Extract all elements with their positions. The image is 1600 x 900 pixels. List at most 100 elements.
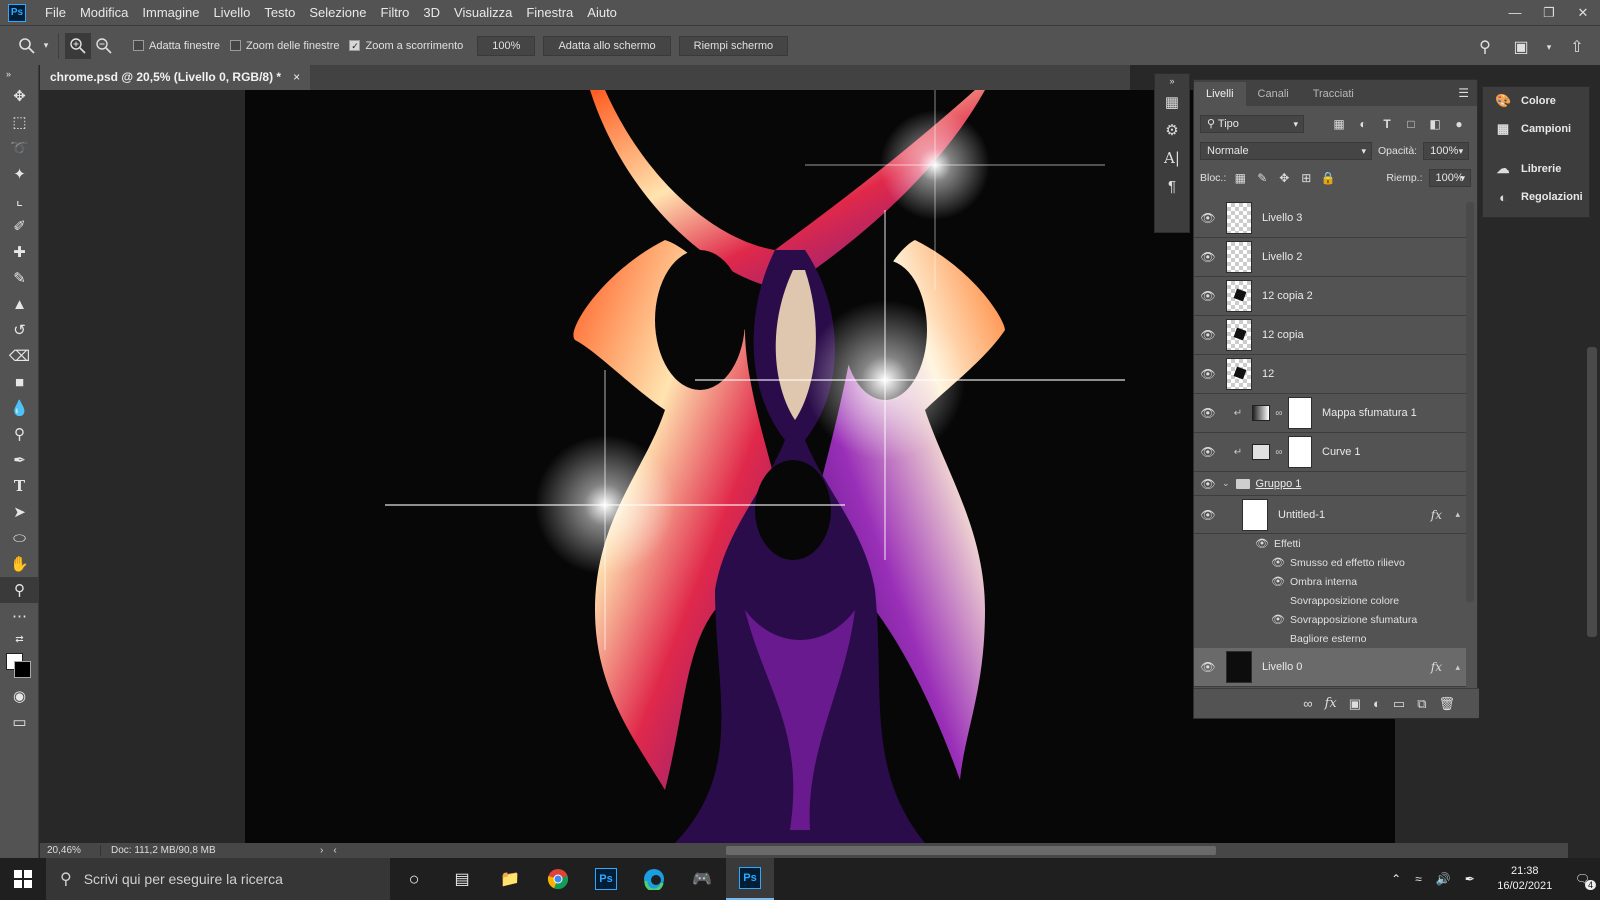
zoom-tool-icon[interactable] [14, 33, 40, 59]
menu-file[interactable]: File [38, 0, 73, 25]
healing-brush-icon[interactable]: ✚ [0, 239, 39, 265]
history-panel-icon[interactable]: ▦ [1155, 88, 1189, 116]
photoshop-active-icon[interactable]: Ps [726, 858, 774, 900]
adjustment-filter-icon[interactable]: ◐ [1354, 117, 1372, 131]
photoshop-taskbar-icon[interactable]: Ps [582, 858, 630, 900]
zoom-out-icon[interactable] [91, 33, 117, 59]
zoom-level[interactable]: 20,46% [40, 845, 100, 856]
zoom-percent-field[interactable]: 100% [477, 35, 536, 56]
tab-canali[interactable]: Canali [1246, 82, 1301, 106]
new-layer-icon[interactable]: ⧉ [1417, 696, 1426, 712]
chevron-up-icon[interactable]: ▴ [1455, 662, 1460, 673]
document-tab[interactable]: chrome.psd @ 20,5% (Livello 0, RGB/8) * … [40, 65, 311, 90]
volume-icon[interactable]: 🔊 [1436, 872, 1451, 886]
tab-livelli[interactable]: Livelli [1194, 82, 1246, 106]
riempi-schermo-button[interactable]: Riempi schermo [678, 35, 789, 56]
zoom-in-icon[interactable] [65, 32, 91, 59]
adatta-finestre-checkbox[interactable]: Adatta finestre [133, 40, 220, 52]
chevron-down-icon[interactable]: ▾ [40, 33, 52, 59]
smart-object-filter-icon[interactable]: ◧ [1426, 117, 1444, 131]
scroll-thumb[interactable] [1587, 347, 1597, 637]
type-filter-icon[interactable]: T [1378, 117, 1396, 131]
gradient-tool-icon[interactable]: ■ [0, 369, 39, 395]
pen-tool-icon[interactable]: ✒ [0, 447, 39, 473]
effect-row[interactable]: 👁 Ombra interna [1194, 572, 1466, 591]
layer-name[interactable]: Mappa sfumatura 1 [1322, 407, 1417, 419]
swap-colors-icon[interactable]: ⇄ [0, 629, 39, 649]
lock-transparency-icon[interactable]: ▦ [1232, 171, 1248, 185]
edge-icon[interactable] [630, 858, 678, 900]
visibility-eye-icon[interactable]: 👁 [1194, 367, 1222, 381]
effect-row[interactable]: 👁 Sovrapposizione sfumatura [1194, 610, 1466, 629]
new-group-icon[interactable]: ▭ [1393, 696, 1405, 712]
fill-field[interactable]: 100% ▾ [1428, 168, 1471, 187]
layer-name[interactable]: 12 copia [1262, 329, 1304, 341]
path-selection-icon[interactable]: ➤ [0, 499, 39, 525]
layer-row[interactable]: 👁 Livello 3 [1194, 199, 1466, 238]
discord-icon[interactable]: 🎮 [678, 858, 726, 900]
lock-position-icon[interactable]: ✥ [1276, 171, 1292, 185]
task-view-icon[interactable]: ▤ [438, 858, 486, 900]
add-mask-icon[interactable]: ▣ [1349, 696, 1361, 712]
brush-tool-icon[interactable]: ✎ [0, 265, 39, 291]
type-tool-icon[interactable]: T [0, 473, 39, 499]
chevron-right-icon[interactable]: › [320, 845, 323, 856]
collapse-icon[interactable]: » [0, 65, 39, 83]
visibility-eye-icon[interactable]: 👁 [1194, 250, 1222, 264]
notifications-icon[interactable]: 🗨 4 [1575, 872, 1596, 890]
trash-icon[interactable]: 🗑 [1438, 696, 1455, 712]
add-style-icon[interactable]: fx [1325, 696, 1337, 711]
menu-3d[interactable]: 3D [416, 0, 447, 25]
fx-icon[interactable]: fx [1431, 660, 1442, 674]
panel-regolazioni[interactable]: ◐ Regolazioni [1483, 183, 1589, 211]
layer-row[interactable]: 👁 ↵ ∞ Curve 1 [1194, 433, 1466, 472]
screen-mode-icon[interactable]: ▭ [0, 709, 39, 735]
layer-mask-thumbnail[interactable] [1288, 436, 1312, 468]
link-layers-icon[interactable]: ∞ [1303, 696, 1312, 711]
taskbar-search[interactable]: ⚲ Scrivi qui per eseguire la ricerca [46, 858, 390, 900]
menu-finestra[interactable]: Finestra [519, 0, 580, 25]
properties-panel-icon[interactable]: ⚙ [1155, 116, 1189, 144]
network-icon[interactable]: ≈ [1415, 872, 1422, 886]
link-icon[interactable]: ∞ [1270, 447, 1288, 458]
effects-header[interactable]: 👁 Effetti [1194, 534, 1466, 553]
clone-stamp-icon[interactable]: ▲ [0, 291, 39, 317]
lock-pixels-icon[interactable]: ✎ [1254, 171, 1270, 185]
menu-filtro[interactable]: Filtro [374, 0, 417, 25]
workspace-icon[interactable]: ▣ [1508, 34, 1534, 60]
layer-name[interactable]: Livello 2 [1262, 251, 1302, 263]
layer-row[interactable]: 👁 Untitled-1 fx ▴ [1194, 496, 1466, 534]
filter-toggle-icon[interactable]: ● [1450, 117, 1468, 131]
visibility-eye-icon[interactable]: 👁 [1194, 406, 1222, 420]
collapse-icon[interactable]: » [1155, 74, 1189, 88]
share-icon[interactable]: ⇧ [1564, 34, 1590, 60]
zoom-finestre-checkbox[interactable]: Zoom delle finestre [229, 40, 339, 52]
chevron-left-icon[interactable]: ‹ [333, 845, 336, 856]
layer-row-selected[interactable]: 👁 Livello 0 fx ▴ [1194, 648, 1466, 687]
chevron-up-icon[interactable]: ⌃ [1391, 872, 1401, 886]
background-color[interactable] [14, 661, 31, 678]
horizontal-scrollbar[interactable] [726, 846, 1216, 855]
layer-name[interactable]: Untitled-1 [1278, 509, 1325, 521]
lock-all-icon[interactable]: 🔒 [1320, 171, 1336, 185]
visibility-eye-icon[interactable]: 👁 [1194, 477, 1222, 491]
panel-campioni[interactable]: ▦ Campioni [1483, 115, 1589, 143]
link-icon[interactable]: ∞ [1270, 408, 1288, 419]
effect-row[interactable]: Bagliore esterno [1194, 629, 1466, 648]
menu-livello[interactable]: Livello [206, 0, 257, 25]
panel-librerie[interactable]: ☁ Librerie [1483, 155, 1589, 183]
layer-row[interactable]: 👁 Livello 2 [1194, 238, 1466, 277]
menu-selezione[interactable]: Selezione [302, 0, 373, 25]
visibility-eye-icon[interactable]: 👁 [1194, 660, 1222, 674]
panel-menu-icon[interactable]: ☰ [1458, 86, 1469, 100]
quick-mask-icon[interactable]: ◉ [0, 683, 39, 709]
layer-name[interactable]: 12 copia 2 [1262, 290, 1313, 302]
history-brush-icon[interactable]: ↺ [0, 317, 39, 343]
layer-mask-thumbnail[interactable] [1288, 397, 1312, 429]
restore-icon[interactable]: ❐ [1532, 0, 1566, 25]
menu-testo[interactable]: Testo [257, 0, 302, 25]
visibility-eye-icon[interactable]: 👁 [1270, 613, 1286, 626]
group-row[interactable]: 👁 ⌄ Gruppo 1 [1194, 472, 1466, 496]
layer-row[interactable]: 👁 12 copia [1194, 316, 1466, 355]
tab-tracciati[interactable]: Tracciati [1301, 82, 1366, 106]
